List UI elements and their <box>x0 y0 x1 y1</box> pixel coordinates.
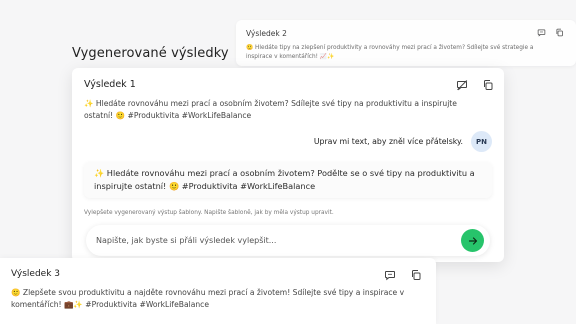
result-card-1: Výsledek 1 ✨ Hledáte rovnováhu mezi prac… <box>72 68 504 262</box>
result-3-actions <box>384 269 422 281</box>
result-2-actions <box>537 28 564 37</box>
result-2-text: 🙂 Hledáte tipy na zlepšení produktivity … <box>246 45 534 60</box>
arrow-right-icon <box>467 235 479 247</box>
page-title: Vygenerované výsledky <box>72 46 229 61</box>
result-card-3: Výsledek 3 🙂 Zlepšete svou produktivitu … <box>0 258 436 324</box>
chat-bubble-icon[interactable] <box>384 269 396 281</box>
copy-icon[interactable] <box>555 28 564 37</box>
refine-input-wrapper <box>86 225 490 256</box>
result-1-actions <box>456 79 494 91</box>
refine-hint: Vylepšete vygenerovaný výstup šablony. N… <box>84 210 334 216</box>
result-3-text: 🙂 Zlepšete svou produktivitu a najděte r… <box>11 288 405 309</box>
copy-icon[interactable] <box>410 269 422 281</box>
result-1-title: Výsledek 1 <box>84 79 136 90</box>
result-1-text: ✨ Hledáte rovnováhu mezi prací a osobním… <box>84 99 457 120</box>
avatar: PN <box>471 131 492 152</box>
send-button[interactable] <box>461 229 484 252</box>
chat-bubble-icon[interactable] <box>537 28 546 37</box>
result-3-title: Výsledek 3 <box>11 269 61 279</box>
copy-icon[interactable] <box>482 79 494 91</box>
result-2-title: Výsledek 2 <box>246 29 287 38</box>
result-card-2: Výsledek 2 🙂 Hledáte tipy na zlepšení pr… <box>236 20 576 66</box>
ai-reply-message: ✨ Hledáte rovnováhu mezi prací a osobním… <box>84 162 492 198</box>
user-message-row: Uprav mi text, aby zněl více přátelsky. … <box>314 131 492 152</box>
user-message: Uprav mi text, aby zněl více přátelsky. <box>313 137 463 146</box>
chat-bubble-off-icon[interactable] <box>456 79 468 91</box>
refine-input[interactable] <box>96 232 456 249</box>
